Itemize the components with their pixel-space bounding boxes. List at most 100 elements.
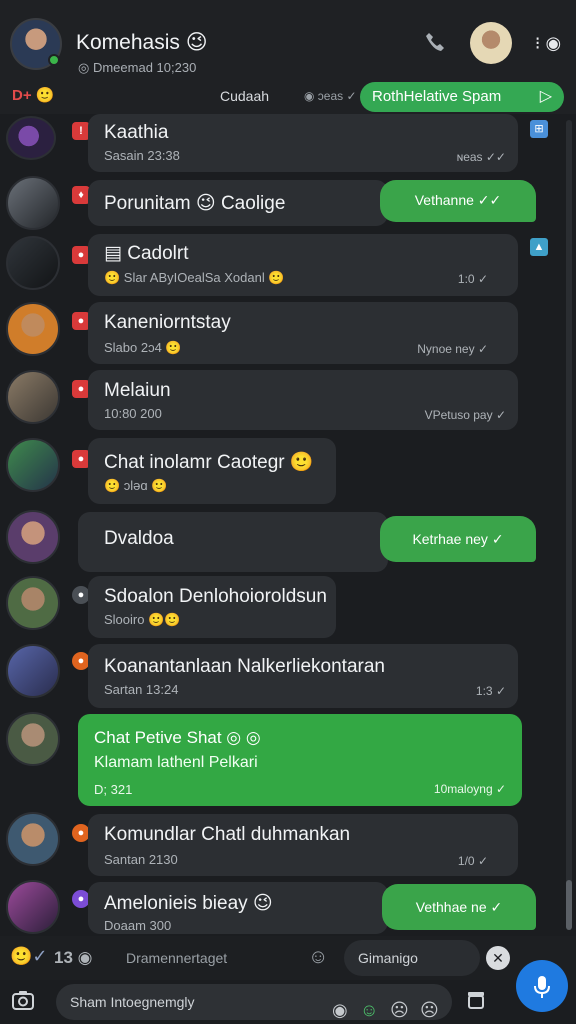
message-bubble[interactable]: Porunitam 😉 Caolige: [88, 180, 388, 226]
chat-name: Amelonieis bieay 😉: [104, 893, 273, 914]
chat-item[interactable]: ● Sdoalon Denlohoioroldsun Slooiro 🙂🙂: [0, 576, 560, 640]
scrollbar-thumb[interactable]: [566, 880, 572, 930]
chat-name: Kaathia: [104, 122, 169, 143]
chat-item[interactable]: ! Kaathia Sasain 23:38 ɴeas ✓✓ ⊞: [0, 114, 560, 174]
avatar[interactable]: [6, 812, 60, 866]
pin-icon[interactable]: ⊞: [530, 120, 548, 138]
avatar[interactable]: [6, 880, 60, 934]
message-status: 10maloyng ✓: [433, 782, 506, 796]
chat-item[interactable]: ● Kaneniorntstay Slabo 2ɔ4 🙂 Nynoe ney ✓: [0, 302, 560, 366]
chat-preview: Slooiro 🙂🙂: [104, 612, 181, 627]
quick-reply-bar: 🙂✓ 13 ◉ Dramennertaget ☺ Gimanigo ✕: [0, 936, 576, 980]
filter-pill-label: RothHelative Spam: [372, 88, 502, 105]
message-bubble[interactable]: Kaneniorntstay Slabo 2ɔ4 🙂 Nynoe ney ✓: [88, 302, 518, 364]
attach-icon[interactable]: [466, 990, 486, 1015]
chat-item[interactable]: ● Chat inolamr Caotegr 🙂 🙂 ɔləɑ 🙂: [0, 438, 560, 506]
chat-preview: Doaam 300: [104, 918, 172, 933]
message-bubble[interactable]: Chat Petive Shat ◎ ◎ Klamam lathenl Pelk…: [78, 714, 522, 806]
chat-name: ▤ Cadolrt: [104, 243, 189, 264]
chat-name: Koanantanlaan Nalkerliekontaran: [104, 656, 385, 677]
chat-preview: Santan 2130: [104, 852, 178, 867]
chat-name: Komundlar Chatl duhmankan: [104, 824, 351, 845]
chat-preview: 10:80 200: [104, 406, 162, 421]
avatar[interactable]: [6, 176, 60, 230]
chat-item[interactable]: ● Komundlar Chatl duhmankan Santan 2130 …: [0, 812, 560, 878]
message-bubble[interactable]: Dvaldoa: [78, 512, 388, 572]
message-status: VPetuso pay ✓: [424, 408, 506, 422]
quick-count: 13 ◉: [54, 948, 93, 967]
chat-item[interactable]: ● ▤ Cadolrt 🙂 Slar AByIOealSa Xodanl 🙂 1…: [0, 234, 560, 298]
message-bubble[interactable]: Amelonieis bieay 😉 Doaam 300: [88, 882, 388, 934]
message-input[interactable]: Sham Intoegnemgly ◉ ☺ ☹ ☹: [56, 984, 452, 1020]
reaction-icon[interactable]: ☹: [420, 992, 439, 1024]
message-date: D; 321: [94, 782, 133, 797]
chat-preview: Sartan 13:24: [104, 682, 179, 697]
quick-hint[interactable]: Dramennertaget: [126, 950, 227, 966]
microphone-button[interactable]: [516, 960, 568, 1012]
chat-preview: Slabo 2ɔ4 🙂: [104, 340, 182, 355]
close-icon[interactable]: ✕: [486, 946, 510, 970]
phone-call-icon[interactable]: [422, 30, 448, 56]
avatar[interactable]: [6, 644, 60, 698]
filter-pill-button[interactable]: RothHelative Spam ▷: [360, 82, 564, 112]
emoji-icon[interactable]: ☺: [308, 946, 328, 969]
chat-item[interactable]: Chat Petive Shat ◎ ◎ Klamam lathenl Pelk…: [0, 712, 560, 808]
chat-name: Kaneniorntstay: [104, 312, 231, 333]
chat-item[interactable]: Dvaldoa Ketrhae ney ✓: [0, 510, 560, 572]
contact-avatar[interactable]: [470, 22, 512, 64]
filter-label: Cudaah: [220, 88, 270, 104]
reply-bubble[interactable]: Ketrhae ney ✓: [380, 516, 536, 562]
chat-name: Sdoalon Denlohoioroldsun: [104, 586, 327, 607]
message-bubble[interactable]: ▤ Cadolrt 🙂 Slar AByIOealSa Xodanl 🙂 1:0…: [88, 234, 518, 296]
chat-name: Dvaldoa: [104, 528, 174, 549]
chat-item[interactable]: ● Melaiun 10:80 200 VPetuso pay ✓: [0, 370, 560, 432]
reply-bubble[interactable]: Vethanne ✓✓: [380, 180, 536, 222]
message-status: ɴeas ✓✓: [456, 150, 506, 164]
emoji-icon[interactable]: ☺: [360, 992, 378, 1024]
chat-preview: Klamam lathenl Pelkari: [94, 754, 258, 771]
gif-icon[interactable]: ☹: [390, 992, 409, 1024]
profile-avatar[interactable]: [10, 18, 62, 70]
sticker-icon[interactable]: ◉: [332, 992, 348, 1024]
chat-subtitle: ◎ Dmeemad 10;230: [78, 60, 197, 75]
reply-bubble[interactable]: Vethhae ne ✓: [382, 884, 536, 930]
avatar[interactable]: [6, 302, 60, 356]
filter-row: D+ 🙂 Cudaah ◉ ɔeas ✓ RothHelative Spam ▷: [0, 80, 576, 114]
avatar[interactable]: [6, 438, 60, 492]
quick-suggestion-pill[interactable]: Gimanigo: [344, 940, 480, 976]
avatar[interactable]: [6, 510, 60, 564]
filter-status: ◉ ɔeas ✓: [304, 89, 357, 103]
message-input-bar: Sham Intoegnemgly ◉ ☺ ☹ ☹: [0, 960, 576, 1024]
message-bubble[interactable]: Chat inolamr Caotegr 🙂 🙂 ɔləɑ 🙂: [88, 438, 336, 504]
chat-scrollbar[interactable]: [566, 120, 572, 930]
chat-name: Chat Petive Shat ◎ ◎: [94, 728, 261, 747]
chat-preview: Sasain 23:38: [104, 148, 180, 163]
filter-left-badge[interactable]: D+ 🙂: [12, 86, 54, 104]
message-status: Nynoe ney ✓: [417, 342, 488, 356]
avatar[interactable]: [6, 236, 60, 290]
chat-item[interactable]: ● Koanantanlaan Nalkerliekontaran Sartan…: [0, 644, 560, 710]
chat-name: Chat inolamr Caotegr 🙂: [104, 452, 314, 473]
chat-item[interactable]: ♦ Porunitam 😉 Caolige Vethanne ✓✓: [0, 176, 560, 230]
avatar[interactable]: [6, 712, 60, 766]
online-status-icon: [48, 54, 60, 66]
message-bubble[interactable]: Koanantanlaan Nalkerliekontaran Sartan 1…: [88, 644, 518, 708]
message-bubble[interactable]: Sdoalon Denlohoioroldsun Slooiro 🙂🙂: [88, 576, 336, 638]
chat-item[interactable]: ● Amelonieis bieay 😉 Doaam 300 Vethhae n…: [0, 880, 560, 936]
quick-icons[interactable]: 🙂✓: [10, 946, 48, 967]
avatar[interactable]: [6, 576, 60, 630]
message-status: 1:0 ✓: [457, 272, 488, 286]
chat-header: Komehasis 😉 ◎ Dmeemad 10;230 ⁝ ◉: [0, 0, 576, 80]
message-status: 1/0 ✓: [457, 854, 488, 868]
chat-title: Komehasis 😉: [76, 31, 208, 54]
avatar[interactable]: [6, 370, 60, 424]
chat-preview: 🙂 ɔləɑ 🙂: [104, 478, 168, 493]
message-bubble[interactable]: Melaiun 10:80 200 VPetuso pay ✓: [88, 370, 518, 430]
message-status: 1:3 ✓: [475, 684, 506, 698]
message-bubble[interactable]: Komundlar Chatl duhmankan Santan 2130 1/…: [88, 814, 518, 876]
pin-icon[interactable]: ▲: [530, 238, 548, 256]
more-options-icon[interactable]: ⁝ ◉: [532, 30, 564, 56]
message-bubble[interactable]: Kaathia Sasain 23:38 ɴeas ✓✓: [88, 114, 518, 172]
avatar[interactable]: [6, 116, 56, 160]
camera-icon[interactable]: [12, 990, 36, 1012]
